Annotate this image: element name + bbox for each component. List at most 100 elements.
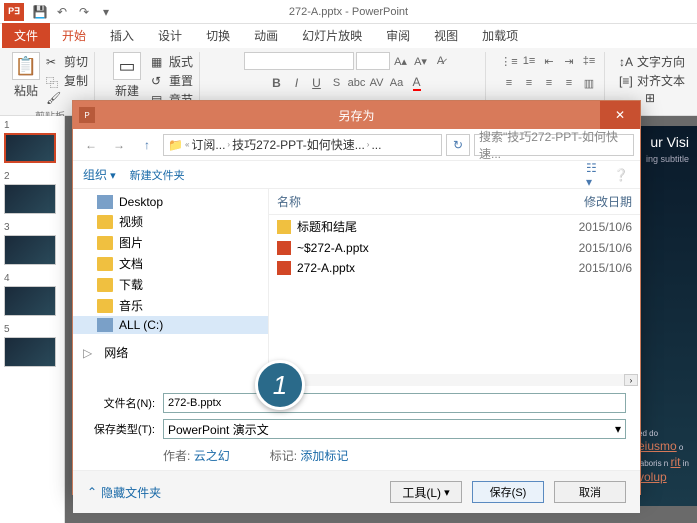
strike-button[interactable]: S [328,74,346,92]
file-row[interactable]: 272-A.pptx2015/10/6 [269,258,640,278]
refresh-button[interactable]: ↻ [446,134,470,156]
filename-input[interactable] [163,393,626,413]
tab-file[interactable]: 文件 [2,23,50,48]
thumbnail-4[interactable]: 4 [4,273,60,316]
save-button[interactable]: 保存(S) [472,481,544,503]
column-date[interactable]: 修改日期 [562,193,632,210]
breadcrumb-segment[interactable]: 订阅... [191,136,225,153]
tab-transition[interactable]: 切换 [194,23,242,48]
reset-icon: ↺ [151,74,165,88]
font-size-input[interactable] [356,52,390,70]
increase-indent-button[interactable]: ⇥ [560,52,578,70]
tab-insert[interactable]: 插入 [98,23,146,48]
reset-button[interactable]: ↺重置 [151,71,193,90]
align-center-button[interactable]: ≡ [520,74,538,92]
tab-animation[interactable]: 动画 [242,23,290,48]
tab-slideshow[interactable]: 幻灯片放映 [290,23,374,48]
close-icon: ✕ [615,108,625,122]
scroll-track[interactable] [285,374,624,386]
shadow-button[interactable]: abc [348,74,366,92]
tab-view[interactable]: 视图 [422,23,470,48]
pptx-icon [277,241,291,255]
tree-downloads[interactable]: 下载 [73,274,268,295]
back-button[interactable]: ← [79,133,103,157]
cut-button[interactable]: ✂剪切 [46,52,88,71]
file-row[interactable]: 标题和结尾2015/10/6 [269,215,640,238]
bold-button[interactable]: B [268,74,286,92]
clear-format-button[interactable]: A̷ [432,52,450,70]
view-options-button[interactable]: ☷ ▾ [586,166,604,184]
numbering-button[interactable]: 1≡ [520,52,538,70]
increase-font-button[interactable]: A▴ [392,52,410,70]
thumbnail-image [4,133,56,163]
copy-button[interactable]: ⿻复制 [46,71,88,90]
breadcrumb-segment[interactable]: ... [371,138,381,152]
help-button[interactable]: ❔ [612,166,630,184]
folder-tree: Desktop 视频 图片 文档 下载 音乐 ALL (C:) ▷网络 [73,189,268,387]
tree-documents[interactable]: 文档 [73,253,268,274]
tree-desktop[interactable]: Desktop [73,193,268,211]
justify-button[interactable]: ≡ [560,74,578,92]
case-button[interactable]: Aa [388,74,406,92]
text-direction-button[interactable]: ↕A文字方向 [619,52,685,71]
tags-label: 标记: [270,449,297,463]
layout-button[interactable]: ▦版式 [151,52,193,71]
paste-button[interactable]: 📋 粘贴 [12,52,40,106]
dialog-body: Desktop 视频 图片 文档 下载 音乐 ALL (C:) ▷网络 名称 修… [73,189,640,387]
tags-value[interactable]: 添加标记 [300,449,348,463]
columns-button[interactable]: ▥ [580,74,598,92]
underline-button[interactable]: U [308,74,326,92]
forward-button[interactable]: → [107,133,131,157]
tree-music[interactable]: 音乐 [73,295,268,316]
tab-home[interactable]: 开始 [50,23,98,48]
tab-design[interactable]: 设计 [146,23,194,48]
thumbnail-5[interactable]: 5 [4,324,60,367]
search-input[interactable]: 搜索"技巧272-PPT-如何快速... [474,134,634,156]
tree-network[interactable]: ▷网络 [73,342,268,363]
italic-button[interactable]: I [288,74,306,92]
thumbnail-2[interactable]: 2 [4,171,60,214]
line-spacing-button[interactable]: ‡≡ [580,52,598,70]
paste-label: 粘贴 [14,82,38,99]
align-left-button[interactable]: ≡ [500,74,518,92]
redo-icon[interactable]: ↷ [76,4,92,20]
folder-icon [97,278,113,292]
spacing-button[interactable]: AV [368,74,386,92]
new-slide-icon: ▭ [113,52,141,80]
tree-videos[interactable]: 视频 [73,211,268,232]
cancel-button[interactable]: 取消 [554,481,626,503]
up-button[interactable]: ↑ [135,133,159,157]
breadcrumb-segment[interactable]: 技巧272-PPT-如何快速... [232,136,365,153]
thumbnail-image [4,286,56,316]
save-icon[interactable]: 💾 [32,4,48,20]
undo-icon[interactable]: ↶ [54,4,70,20]
align-text-button[interactable]: [≡]对齐文本 [619,71,685,90]
close-button[interactable]: ✕ [600,101,640,129]
new-folder-button[interactable]: 新建文件夹 [130,167,185,183]
font-color-button[interactable]: A [408,74,426,92]
file-row[interactable]: ~$272-A.pptx2015/10/6 [269,238,640,258]
horizontal-scrollbar[interactable]: ‹ › [269,373,640,387]
tree-pictures[interactable]: 图片 [73,232,268,253]
tree-drive-c[interactable]: ALL (C:) [73,316,268,334]
decrease-font-button[interactable]: A▾ [412,52,430,70]
decrease-indent-button[interactable]: ⇤ [540,52,558,70]
font-family-input[interactable] [244,52,354,70]
hide-folders-button[interactable]: ⌃隐藏文件夹 [87,484,161,501]
qat-dropdown-icon[interactable]: ▾ [98,4,114,20]
ribbon-tabs: 文件 开始 插入 设计 切换 动画 幻灯片放映 审阅 视图 加载项 [0,24,697,48]
tools-button[interactable]: 工具(L) ▾ [390,481,462,503]
column-name[interactable]: 名称 [277,193,562,210]
tab-review[interactable]: 审阅 [374,23,422,48]
thumbnail-3[interactable]: 3 [4,222,60,265]
author-value[interactable]: 云之幻 [194,449,230,463]
tab-addins[interactable]: 加载项 [470,23,530,48]
bullets-button[interactable]: ⋮≡ [500,52,518,70]
align-right-button[interactable]: ≡ [540,74,558,92]
filetype-select[interactable]: PowerPoint 演示文▾ [163,419,626,439]
organize-button[interactable]: 组织 ▾ [83,166,116,183]
scroll-right-button[interactable]: › [624,374,638,386]
breadcrumb[interactable]: 📁 « 订阅... › 技巧272-PPT-如何快速... › ... [163,134,442,156]
thumbnail-1[interactable]: 1 [4,120,60,163]
smartart-button[interactable]: ⊞ [645,90,659,106]
